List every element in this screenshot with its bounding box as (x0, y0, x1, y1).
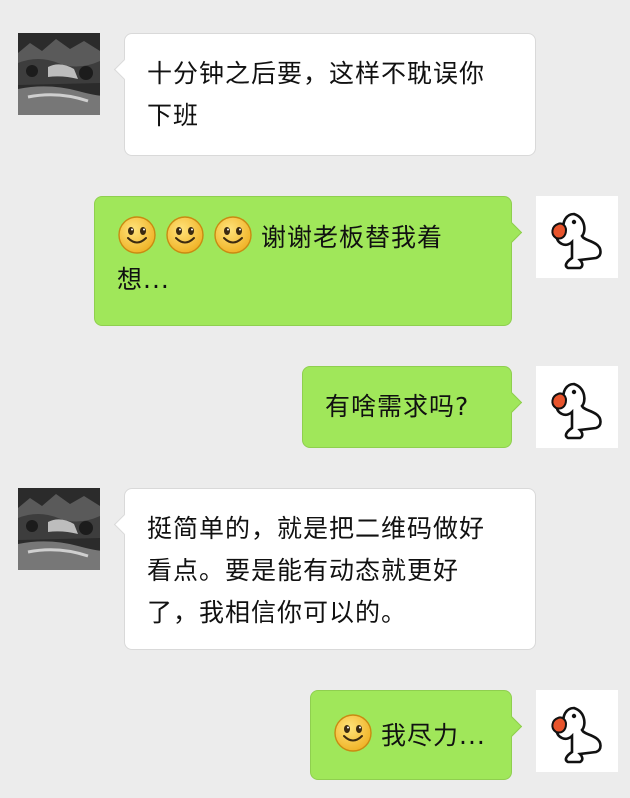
smile-emoji-icon (333, 713, 373, 753)
message-text: 谢谢老板替我着 (261, 223, 444, 252)
landscape-photo-avatar-icon[interactable] (18, 488, 100, 570)
landscape-photo-avatar-icon[interactable] (18, 33, 100, 115)
smile-emoji-icon (117, 215, 157, 255)
message-bubble-outgoing[interactable]: 有啥需求吗? (302, 366, 523, 448)
message-bubble-incoming[interactable]: 十分钟之后要，这样不耽误你 下班 (113, 33, 536, 156)
bubble-tail (500, 221, 523, 244)
message-text: 想... (117, 265, 170, 294)
bubble-tail (113, 58, 136, 81)
cartoon-duck-avatar-icon[interactable] (536, 690, 618, 772)
cartoon-duck-avatar-icon[interactable] (536, 366, 618, 448)
message-text: 十分钟之后要，这样不耽误你 (147, 59, 486, 88)
smile-emoji-icon (213, 215, 253, 255)
message-text: 挺简单的，就是把二维码做好 (147, 514, 486, 543)
message-text: 下班 (147, 101, 200, 130)
message-bubble-incoming[interactable]: 挺简单的，就是把二维码做好 看点。要是能有动态就更好 了，我相信你可以的。 (113, 488, 536, 650)
message-bubble-outgoing[interactable]: 谢谢老板替我着 想... (94, 196, 523, 326)
message-text: 我尽力... (381, 721, 486, 750)
message-text: 有啥需求吗? (325, 392, 470, 421)
bubble-tail (500, 715, 523, 738)
bubble-tail (500, 391, 523, 414)
cartoon-duck-avatar-icon[interactable] (536, 196, 618, 278)
message-text: 了，我相信你可以的。 (147, 598, 408, 627)
message-text: 看点。要是能有动态就更好 (147, 556, 460, 585)
bubble-tail (113, 513, 136, 536)
smile-emoji-icon (165, 215, 205, 255)
message-bubble-outgoing[interactable]: 我尽力... (310, 690, 523, 780)
